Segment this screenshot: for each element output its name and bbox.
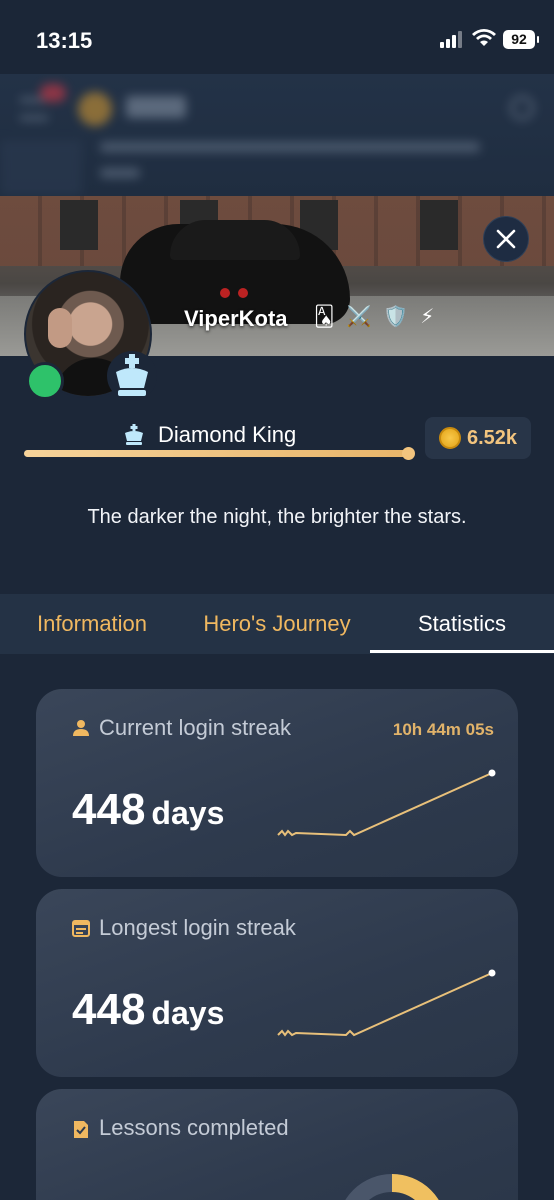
- username: ViperKota: [184, 306, 288, 331]
- card-title: Longest login streak: [99, 915, 296, 940]
- lesson-icon: [74, 1121, 88, 1138]
- status-bar: 13:15 92: [0, 0, 554, 74]
- card-title: Lessons completed: [99, 1115, 289, 1140]
- streak-unit: days: [151, 995, 225, 1031]
- tab-information[interactable]: Information: [0, 594, 184, 654]
- card-title: Current login streak: [99, 715, 291, 740]
- streak-number: 448: [72, 785, 146, 834]
- streak-unit: days: [151, 795, 225, 831]
- coin-icon: [438, 427, 461, 449]
- streak-number: 448: [72, 985, 146, 1034]
- streak-sparkline: [277, 769, 496, 837]
- person-icon: [73, 720, 89, 736]
- battery-icon: 92: [503, 30, 539, 49]
- rank-progress-fill: [24, 450, 409, 457]
- profile-tabs: Information Hero's Journey Statistics: [0, 594, 554, 654]
- streak-value: 448 days: [72, 785, 224, 835]
- rank-label: Diamond King: [158, 422, 297, 447]
- coins-badge[interactable]: 6.52k: [425, 417, 531, 459]
- close-icon: [496, 229, 516, 249]
- signal-icon: [440, 31, 464, 48]
- rank-row: Diamond King: [122, 422, 296, 448]
- profile-bio: The darker the night, the brighter the s…: [87, 506, 467, 528]
- active-tab-indicator: [370, 650, 554, 653]
- lightning-achievement-icon: ⚡: [420, 306, 435, 328]
- streak-timer: 10h 44m 05s: [392, 720, 494, 739]
- swords-achievement-icon: ⚔️: [346, 306, 372, 328]
- coins-value: 6.52k: [466, 426, 518, 449]
- tab-statistics[interactable]: Statistics: [370, 594, 554, 654]
- tab-heros-journey[interactable]: Hero's Journey: [184, 594, 370, 654]
- blurred-background-header: [0, 74, 554, 196]
- card-achievement-icon: 🂡: [314, 306, 335, 328]
- rank-progress-knob: [402, 447, 416, 460]
- wifi-icon: [472, 29, 496, 46]
- calendar-icon: [72, 920, 90, 937]
- user-achievement-icons: 🂡 ⚔️ 🛡️ ⚡: [314, 304, 434, 329]
- lessons-donut-chart: [345, 1173, 439, 1200]
- close-button[interactable]: [483, 216, 529, 262]
- status-time: 13:15: [36, 28, 93, 53]
- current-login-streak-card: Current login streak 10h 44m 05s 448 days: [36, 689, 518, 877]
- rank-progress-bar: [24, 447, 416, 460]
- shield-achievement-icon: 🛡️: [383, 306, 409, 328]
- king-badge-icon: [107, 351, 157, 401]
- king-icon: [125, 424, 143, 445]
- online-status-dot: [26, 362, 64, 400]
- streak-value: 448 days: [72, 985, 224, 1035]
- lessons-completed-card: Lessons completed: [36, 1089, 518, 1200]
- longest-login-streak-card: Longest login streak 448 days: [36, 889, 518, 1077]
- streak-sparkline: [277, 969, 496, 1037]
